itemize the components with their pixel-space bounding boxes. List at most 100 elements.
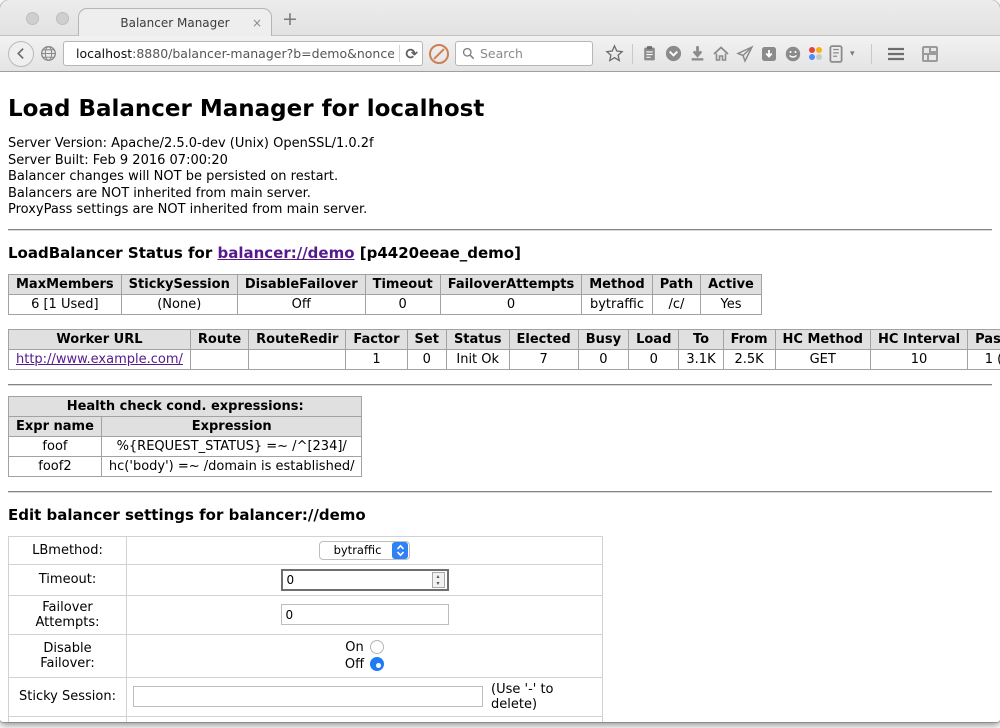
timeout-row: Timeout: 0 ▴▾	[9, 564, 603, 595]
expression-cell: hc('body') =~ /domain is established/	[101, 456, 362, 476]
column-header: MaxMembers	[9, 274, 122, 294]
home-icon[interactable]	[712, 45, 730, 63]
pocket-icon[interactable]	[664, 44, 683, 63]
radio-on-label: On	[345, 640, 363, 655]
tab-title: Balancer Manager	[120, 16, 229, 30]
menu-hamburger-icon[interactable]	[886, 46, 906, 62]
path-cell: /c/	[652, 294, 700, 314]
timeout-cell: 0	[365, 294, 440, 314]
tab-bar: Balancer Manager × +	[0, 0, 1000, 36]
from-cell: 2.5K	[723, 349, 775, 369]
feedback-smiley-icon[interactable]	[784, 45, 802, 63]
column-header: DisableFailover	[237, 274, 365, 294]
status-heading-prefix: LoadBalancer Status for	[8, 244, 217, 262]
health-table-title: Health check cond. expressions:	[9, 396, 362, 416]
balancer-settings-form: LBmethod: bytraffic Timeout: 0 ▴▾	[8, 536, 603, 722]
lbmethod-select[interactable]: bytraffic	[319, 541, 411, 560]
lbmethod-selected-value: bytraffic	[332, 543, 392, 557]
column-header: StickySession	[121, 274, 237, 294]
elected-cell: 7	[509, 349, 578, 369]
route-cell	[190, 349, 248, 369]
worker-url-link[interactable]: http://www.example.com/	[16, 352, 183, 367]
screenshot-grid-icon[interactable]	[920, 44, 940, 64]
radio-on[interactable]	[370, 640, 384, 654]
send-tab-icon[interactable]	[736, 45, 754, 63]
panel-dropdown-caret-icon[interactable]: ▾	[850, 49, 855, 59]
radio-off[interactable]	[370, 657, 384, 671]
tab-balancer-manager[interactable]: Balancer Manager ×	[78, 8, 272, 36]
page-content: Load Balancer Manager for localhost Serv…	[0, 96, 1000, 722]
balancer-status-table: MaxMembers StickySession DisableFailover…	[8, 274, 762, 315]
disable-failover-row: Disable Failover: On Off	[9, 634, 603, 677]
stickysession-cell: (None)	[121, 294, 237, 314]
column-header: To	[679, 329, 723, 349]
hc-interval-cell: 10	[870, 349, 967, 369]
edit-balancer-heading: Edit balancer settings for balancer://de…	[8, 506, 992, 524]
close-window-button[interactable]	[26, 12, 39, 25]
timeout-input[interactable]: 0 ▴▾	[281, 569, 449, 591]
search-icon	[462, 47, 475, 60]
sidebar-panel-icon[interactable]	[828, 45, 844, 63]
column-header: Load	[629, 329, 679, 349]
table-header-row: MaxMembers StickySession DisableFailover…	[9, 274, 762, 294]
page-title: Load Balancer Manager for localhost	[8, 96, 992, 122]
column-header: From	[723, 329, 775, 349]
new-tab-button[interactable]: +	[282, 8, 298, 30]
disablefailover-cell: Off	[237, 294, 365, 314]
browser-window: Balancer Manager × + localhost:8880/bala…	[0, 0, 1000, 722]
table-row: foof %{REQUEST_STATUS} =~ /^[234]/	[9, 436, 362, 456]
failoverattempts-cell: 0	[440, 294, 582, 314]
back-button[interactable]	[8, 41, 34, 67]
passes-cell: 1 (0)	[968, 349, 1000, 369]
active-cell: Yes	[701, 294, 762, 314]
extension-dots-icon[interactable]	[808, 47, 822, 60]
bookmark-star-icon[interactable]	[605, 44, 624, 63]
expr-name-cell: foof	[9, 436, 102, 456]
add-worker-label: Add New Worker:	[9, 716, 127, 722]
url-bar[interactable]: localhost:8880/balancer-manager?b=demo&n…	[63, 41, 423, 66]
status-cell: Init Ok	[446, 349, 509, 369]
navigation-toolbar: localhost:8880/balancer-manager?b=demo&n…	[0, 36, 1000, 72]
save-to-device-icon[interactable]	[760, 45, 778, 63]
column-header: Method	[582, 274, 652, 294]
number-spinner-icon[interactable]: ▴▾	[432, 572, 445, 588]
sticky-session-label: Sticky Session:	[9, 677, 127, 716]
sticky-session-input[interactable]	[133, 686, 483, 707]
section-divider	[8, 229, 992, 231]
table-header-row: Expr name Expression	[9, 416, 362, 436]
clipboard-icon[interactable]	[641, 45, 658, 62]
routeredir-cell	[249, 349, 346, 369]
expr-name-cell: foof2	[9, 456, 102, 476]
factor-cell: 1	[346, 349, 407, 369]
column-header: Busy	[578, 329, 628, 349]
table-header-row: Worker URL Route RouteRedir Factor Set S…	[9, 329, 1000, 349]
column-header: Timeout	[365, 274, 440, 294]
column-header: Set	[407, 329, 446, 349]
downloads-icon[interactable]	[689, 45, 706, 62]
search-bar[interactable]: Search	[455, 41, 593, 66]
loadbalancer-status-heading: LoadBalancer Status for balancer://demo …	[8, 244, 992, 262]
reload-icon[interactable]: ⟳	[405, 45, 418, 63]
column-header: Path	[652, 274, 700, 294]
method-cell: bytraffic	[582, 294, 652, 314]
maxmembers-cell: 6 [1 Used]	[9, 294, 122, 314]
server-version-line: Server Version: Apache/2.5.0-dev (Unix) …	[8, 136, 992, 153]
table-row: 6 [1 Used] (None) Off 0 0 bytraffic /c/ …	[9, 294, 762, 314]
tab-close-icon[interactable]: ×	[252, 16, 262, 30]
proxypass-note-line: ProxyPass settings are NOT inherited fro…	[8, 202, 992, 219]
timeout-value: 0	[287, 573, 432, 587]
toolbar-separator	[632, 44, 633, 64]
minimize-window-button[interactable]	[56, 12, 69, 25]
hc-method-cell: GET	[775, 349, 870, 369]
balancer-demo-link[interactable]: balancer://demo	[217, 244, 354, 262]
expression-cell: %{REQUEST_STATUS} =~ /^[234]/	[101, 436, 362, 456]
persist-note-line: Balancer changes will NOT be persisted o…	[8, 169, 992, 186]
site-identity-globe-icon[interactable]	[40, 45, 57, 62]
column-header: Status	[446, 329, 509, 349]
inherit-note-line: Balancers are NOT inherited from main se…	[8, 186, 992, 203]
column-header: Passes	[968, 329, 1000, 349]
failover-attempts-label: Failover Attempts:	[9, 595, 127, 634]
failover-attempts-input[interactable]	[281, 604, 449, 625]
url-domain: localhost	[76, 46, 132, 61]
blocked-content-icon[interactable]	[429, 44, 449, 64]
